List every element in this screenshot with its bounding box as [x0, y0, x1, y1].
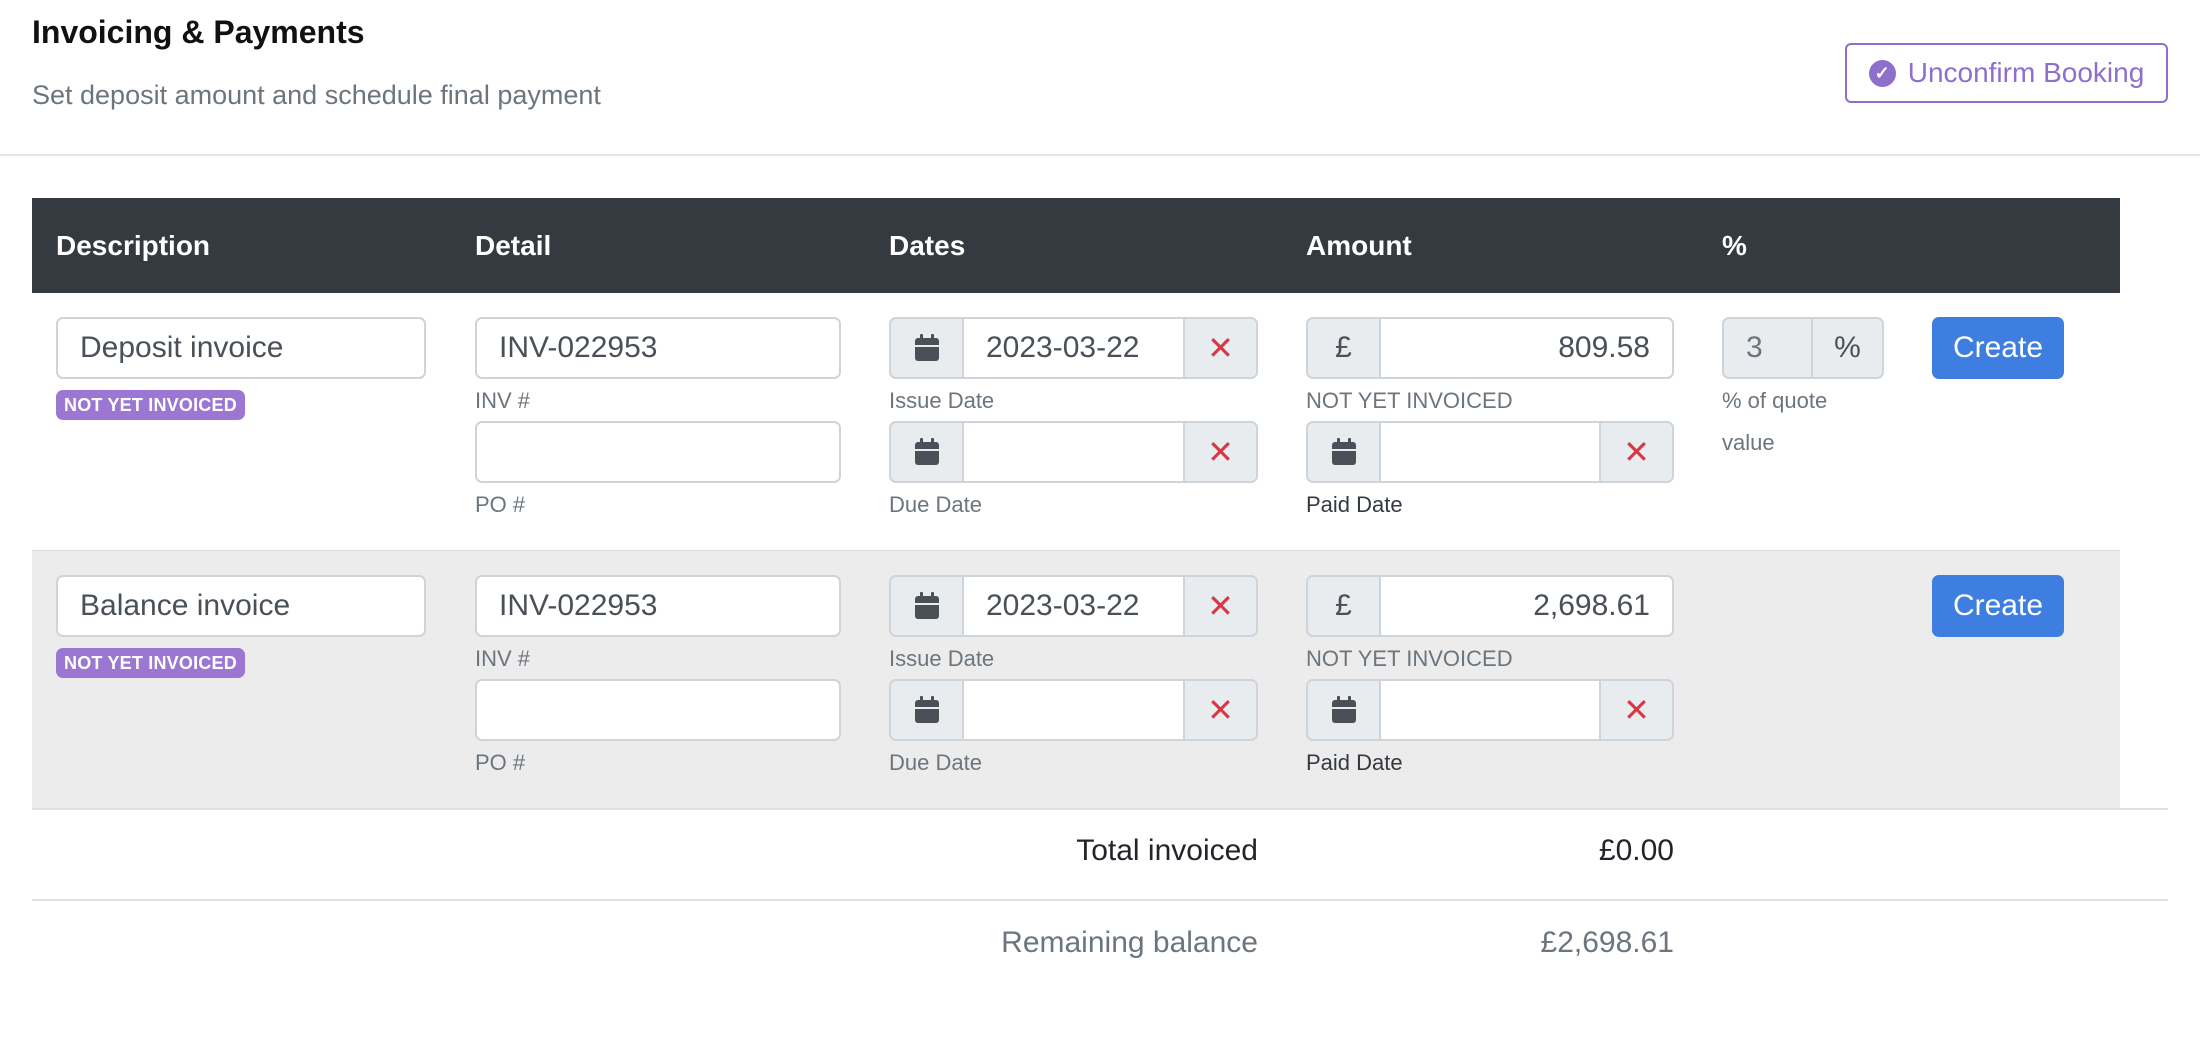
- status-badge: NOT YET INVOICED: [56, 390, 245, 420]
- column-header-detail: Detail: [475, 230, 552, 261]
- paid-date-label: Paid Date: [1306, 492, 1403, 517]
- table-header: [32, 198, 2120, 293]
- due-date-group: ✕: [889, 421, 1258, 483]
- inv-number-label: INV #: [475, 646, 531, 671]
- unconfirm-booking-label: Unconfirm Booking: [1907, 57, 2145, 88]
- unconfirm-booking-button[interactable]: ✓ Unconfirm Booking: [1845, 43, 2168, 103]
- po-number-input[interactable]: [475, 421, 841, 483]
- amount-group: £ 809.58: [1306, 317, 1674, 379]
- header-divider: [0, 154, 2200, 156]
- clear-x-icon[interactable]: ✕: [1601, 421, 1674, 483]
- due-date-input[interactable]: [962, 421, 1185, 483]
- calendar-icon[interactable]: [889, 421, 962, 483]
- due-date-group: ✕: [889, 679, 1258, 741]
- remaining-balance-value: £2,698.61: [1540, 926, 1674, 959]
- due-date-input[interactable]: [962, 679, 1185, 741]
- total-invoiced-label: Total invoiced: [1076, 834, 1258, 867]
- remaining-balance-label: Remaining balance: [1001, 926, 1258, 959]
- percent-addon: %: [1811, 317, 1884, 379]
- currency-addon: £: [1306, 575, 1379, 637]
- amount-group: £ 2,698.61: [1306, 575, 1674, 637]
- po-number-label: PO #: [475, 750, 526, 775]
- page-subtitle: Set deposit amount and schedule final pa…: [32, 80, 601, 110]
- create-balance-invoice-button[interactable]: Create: [1932, 575, 2064, 637]
- issue-date-input[interactable]: 2023-03-22: [962, 317, 1185, 379]
- clear-x-icon[interactable]: ✕: [1185, 317, 1258, 379]
- paid-date-input[interactable]: [1379, 421, 1601, 483]
- paid-date-group: ✕: [1306, 421, 1674, 483]
- check-circle-icon: ✓: [1868, 59, 1896, 87]
- paid-date-group: ✕: [1306, 679, 1674, 741]
- total-invoiced-value: £0.00: [1598, 834, 1674, 867]
- paid-date-label: Paid Date: [1306, 750, 1403, 775]
- po-number-input[interactable]: [475, 679, 841, 741]
- percent-group: 3 %: [1722, 317, 1884, 379]
- currency-addon: £: [1306, 317, 1379, 379]
- clear-x-icon[interactable]: ✕: [1185, 679, 1258, 741]
- issue-date-group: 2023-03-22 ✕: [889, 317, 1258, 379]
- calendar-icon[interactable]: [889, 679, 962, 741]
- column-header-description: Description: [56, 230, 211, 261]
- issue-date-group: 2023-03-22 ✕: [889, 575, 1258, 637]
- clear-x-icon[interactable]: ✕: [1601, 679, 1674, 741]
- po-number-label: PO #: [475, 492, 526, 517]
- issue-date-label: Issue Date: [889, 646, 995, 671]
- totals-divider-2: [32, 899, 2168, 901]
- paid-date-input[interactable]: [1379, 679, 1601, 741]
- clear-x-icon[interactable]: ✕: [1185, 575, 1258, 637]
- calendar-icon[interactable]: [1306, 421, 1379, 483]
- percent-input[interactable]: 3: [1722, 317, 1811, 379]
- clear-x-icon[interactable]: ✕: [1185, 421, 1258, 483]
- issue-date-label: Issue Date: [889, 388, 995, 413]
- issue-date-input[interactable]: 2023-03-22: [962, 575, 1185, 637]
- totals-divider: [32, 808, 2168, 810]
- status-badge: NOT YET INVOICED: [56, 648, 245, 678]
- column-header-dates: Dates: [889, 230, 966, 261]
- inv-number-input[interactable]: INV-022953: [475, 575, 841, 637]
- amount-status-label: NOT YET INVOICED: [1306, 388, 1513, 413]
- inv-number-label: INV #: [475, 388, 531, 413]
- due-date-label: Due Date: [889, 492, 982, 517]
- description-input[interactable]: Balance invoice: [56, 575, 426, 637]
- due-date-label: Due Date: [889, 750, 982, 775]
- percent-hint-line-2: value: [1722, 430, 1775, 455]
- page-title: Invoicing & Payments: [32, 14, 365, 50]
- calendar-icon[interactable]: [889, 575, 962, 637]
- row-divider: [32, 550, 2120, 551]
- calendar-icon[interactable]: [1306, 679, 1379, 741]
- column-header-percent: %: [1722, 230, 1747, 261]
- amount-status-label: NOT YET INVOICED: [1306, 646, 1513, 671]
- amount-input[interactable]: 809.58: [1379, 317, 1674, 379]
- column-header-amount: Amount: [1306, 230, 1412, 261]
- inv-number-input[interactable]: INV-022953: [475, 317, 841, 379]
- amount-input[interactable]: 2,698.61: [1379, 575, 1674, 637]
- calendar-icon[interactable]: [889, 317, 962, 379]
- percent-hint-line-1: % of quote: [1722, 388, 1828, 413]
- description-input[interactable]: Deposit invoice: [56, 317, 426, 379]
- create-deposit-invoice-button[interactable]: Create: [1932, 317, 2064, 379]
